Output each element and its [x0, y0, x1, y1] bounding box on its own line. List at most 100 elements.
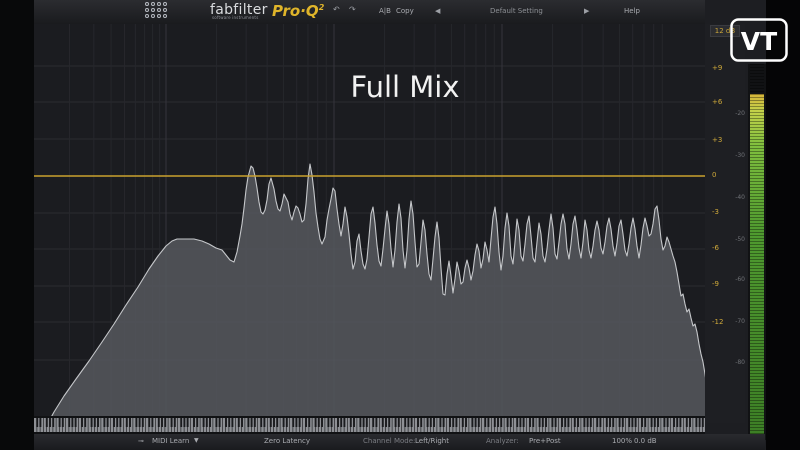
piano-black-key [545, 418, 547, 427]
piano-black-key [164, 418, 167, 427]
spectrum-analyzer-curve [47, 163, 705, 423]
piano-black-key [417, 418, 419, 427]
piano-white-key [88, 418, 91, 432]
piano-black-key [119, 418, 122, 427]
piano-black-key [529, 418, 531, 427]
piano-black-key [506, 418, 509, 427]
piano-white-key [110, 418, 114, 432]
piano-white-key [661, 418, 664, 432]
piano-black-key [36, 418, 39, 427]
piano-black-key [455, 418, 458, 427]
piano-black-key [586, 418, 589, 427]
piano-black-key [381, 418, 384, 427]
piano-black-key [202, 418, 205, 427]
piano-black-key [186, 418, 189, 427]
piano-white-key [290, 418, 293, 432]
piano-white-key [302, 418, 306, 432]
piano-black-key [263, 418, 266, 427]
piano-white-key [258, 418, 261, 432]
ab-compare-button[interactable]: A|B [379, 7, 391, 15]
analyzer-value[interactable]: Pre+Post [529, 437, 561, 445]
piano-black-key [90, 418, 93, 427]
piano-white-key [581, 418, 584, 432]
db-label: -60 [735, 276, 745, 283]
piano-black-key [305, 418, 307, 427]
piano-black-key [516, 418, 519, 427]
piano-black-key [253, 418, 256, 427]
output-level-meter [748, 64, 766, 440]
piano-black-key [509, 418, 512, 427]
db-label: -80 [735, 359, 745, 366]
piano-black-key [698, 418, 701, 427]
piano-black-key [173, 418, 176, 427]
piano-black-key [695, 418, 698, 427]
piano-black-key [522, 418, 525, 427]
piano-white-key [200, 418, 203, 432]
piano-black-key [205, 418, 208, 427]
output-gain-value[interactable]: 0.0 dB [634, 437, 657, 445]
piano-white-key [78, 418, 82, 432]
latency-mode[interactable]: Zero Latency [264, 437, 310, 445]
piano-black-key [564, 418, 567, 427]
help-button[interactable]: Help [624, 7, 640, 15]
piano-black-key [106, 418, 109, 427]
piano-white-key [603, 418, 607, 432]
chevron-down-icon[interactable]: ▼ [194, 437, 199, 444]
piano-white-key [56, 418, 59, 432]
piano-black-key [628, 418, 631, 427]
gain-label: +6 [712, 98, 723, 106]
piano-black-key [247, 418, 250, 427]
piano-black-key [141, 418, 144, 427]
piano-black-key [295, 418, 298, 427]
db-label: -30 [735, 152, 745, 159]
copy-button[interactable]: Copy [396, 7, 414, 15]
undo-icon[interactable]: ↶ [333, 5, 340, 14]
piano-white-key [536, 418, 539, 432]
piano-black-key [81, 418, 83, 427]
piano-black-key [609, 418, 611, 427]
piano-black-key [237, 418, 240, 427]
piano-black-key [317, 418, 320, 427]
piano-white-key [549, 418, 552, 432]
piano-white-key [280, 418, 283, 432]
piano-white-key [392, 418, 395, 432]
piano-black-key [93, 418, 96, 427]
piano-black-key [689, 418, 691, 427]
midi-learn-button[interactable]: MIDI Learn [152, 437, 189, 445]
triangle-right-icon[interactable]: ▶ [584, 7, 589, 15]
piano-black-key [285, 418, 288, 427]
preset-name[interactable]: Default Setting [490, 7, 543, 15]
analyzer-label: Analyzer: [486, 437, 519, 445]
piano-black-key [340, 418, 343, 427]
zoom-value[interactable]: 100% [612, 437, 632, 445]
piano-black-key [605, 418, 608, 427]
piano-black-key [372, 418, 375, 427]
piano-black-key [52, 418, 55, 427]
piano-black-key [621, 418, 624, 427]
piano-black-key [161, 418, 163, 427]
piano-black-key [273, 418, 275, 427]
piano-white-key [146, 418, 149, 432]
piano-keyboard[interactable] [34, 416, 705, 434]
video-title-overlay: Full Mix [350, 70, 460, 104]
piano-white-key [459, 418, 463, 432]
piano-black-key [657, 418, 659, 427]
piano-white-key [155, 418, 159, 432]
piano-black-key [676, 418, 679, 427]
triangle-left-icon[interactable]: ◀ [435, 7, 440, 15]
piano-white-key [123, 418, 127, 432]
piano-black-key [330, 418, 333, 427]
piano-black-key [650, 418, 653, 427]
piano-black-key [298, 418, 301, 427]
piano-black-key [138, 418, 141, 427]
db-label: -50 [735, 236, 745, 243]
piano-white-key [491, 418, 495, 432]
piano-white-key [683, 418, 687, 432]
pro-q-window: fabfilter software instruments Pro·Q2 ↶ … [0, 0, 800, 450]
piano-white-key [133, 418, 136, 432]
product-title: Pro·Q [272, 2, 319, 20]
piano-white-key [526, 418, 530, 432]
piano-black-key [84, 418, 87, 427]
redo-icon[interactable]: ↷ [349, 5, 356, 14]
channel-mode-value[interactable]: Left/Right [415, 437, 449, 445]
